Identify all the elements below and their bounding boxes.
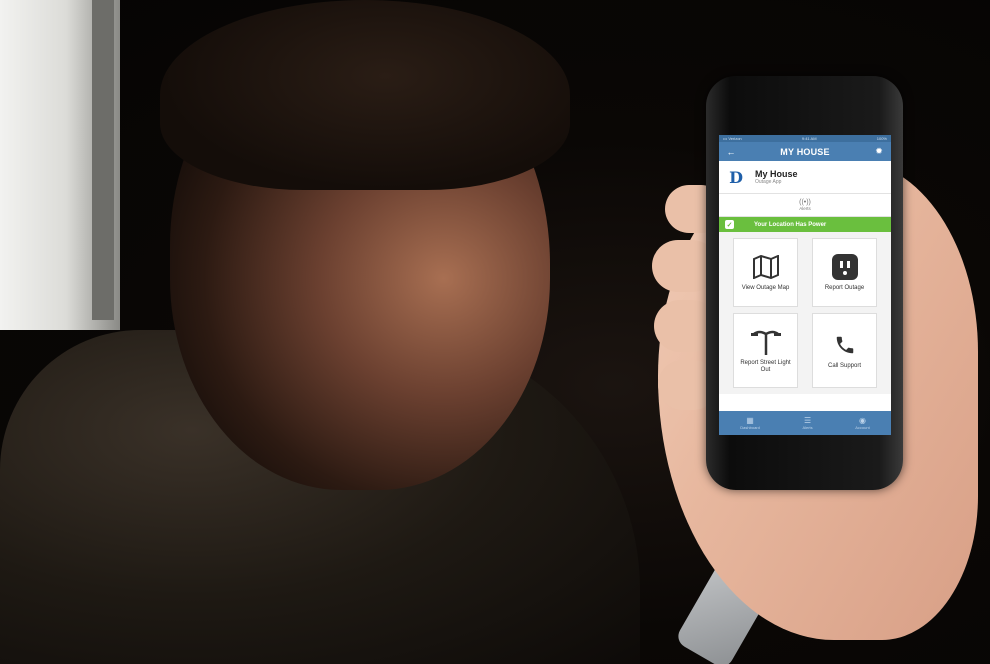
- utility-logo: D: [729, 167, 743, 187]
- gear-icon[interactable]: ✹: [873, 146, 885, 157]
- app-header: ← MY HOUSE ✹: [719, 142, 891, 161]
- alerts-label: Alerts: [799, 206, 811, 211]
- tile-label: Call Support: [827, 363, 862, 370]
- list-icon: ☰: [803, 416, 812, 425]
- man-hair: [160, 0, 570, 190]
- view-outage-map-button[interactable]: View Outage Map: [733, 238, 798, 307]
- house-subtitle: Outage App: [755, 179, 782, 185]
- tab-dashboard[interactable]: ▦ Dashboard: [740, 416, 760, 430]
- check-icon: ✓: [725, 220, 734, 229]
- tab-label: Account: [855, 425, 870, 430]
- app-screen: ••• Verizon 9:41 AM 100% ← MY HOUSE ✹ D …: [719, 135, 891, 435]
- action-grid: View Outage Map Report Outage Report Str…: [719, 232, 891, 394]
- person-icon: ◉: [858, 416, 866, 425]
- tile-label: Report Street Light Out: [740, 359, 791, 373]
- tab-alerts[interactable]: ☰ Alerts: [802, 416, 812, 430]
- map-icon: [752, 252, 780, 282]
- carrier-text: ••• Verizon: [723, 136, 742, 141]
- tab-label: Alerts: [802, 425, 813, 430]
- tab-account[interactable]: ◉ Account: [855, 416, 869, 430]
- house-name: My House: [755, 169, 798, 179]
- report-street-light-button[interactable]: Report Street Light Out: [733, 312, 798, 388]
- bottom-tab-bar: ▦ Dashboard ☰ Alerts ◉ Account: [719, 411, 891, 435]
- background-window: [0, 0, 120, 330]
- back-arrow-icon[interactable]: ←: [725, 147, 737, 157]
- page-title: MY HOUSE: [780, 146, 830, 157]
- time-text: 9:41 AM: [801, 136, 817, 141]
- call-support-button[interactable]: Call Support: [812, 312, 877, 388]
- report-outage-button[interactable]: Report Outage: [812, 238, 877, 307]
- phone-icon: [834, 330, 856, 360]
- alerts-button[interactable]: ((•)) Alerts: [719, 194, 891, 217]
- status-bar: ••• Verizon 9:41 AM 100%: [719, 135, 891, 142]
- house-card[interactable]: D My House Outage App: [719, 161, 891, 194]
- power-status-banner: ✓ Your Location Has Power: [719, 217, 891, 232]
- tile-label: View Outage Map: [741, 285, 790, 292]
- battery-text: 100%: [876, 136, 887, 141]
- outlet-icon: [831, 252, 858, 282]
- tile-label: Report Outage: [824, 285, 865, 292]
- power-status-text: Your Location Has Power: [754, 221, 827, 228]
- tab-label: Dashboard: [740, 425, 760, 430]
- broadcast-icon: ((•)): [799, 199, 811, 206]
- grid-icon: ▦: [746, 416, 754, 425]
- street-light-icon: [750, 327, 781, 357]
